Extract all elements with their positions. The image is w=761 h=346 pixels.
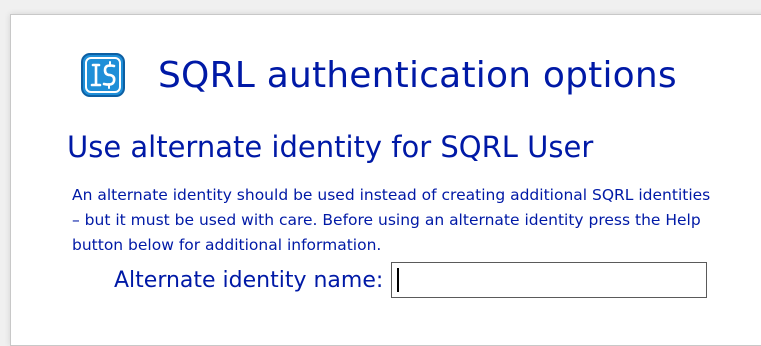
dialog-heading: Use alternate identity for SQRL User	[67, 130, 594, 164]
dialog-window: SQRL authentication options Use alternat…	[10, 14, 761, 346]
sqrl-logo-icon	[81, 53, 125, 97]
header: SQRL authentication options	[81, 53, 677, 97]
text-caret	[397, 268, 400, 292]
description-text: An alternate identity should be used ins…	[72, 186, 711, 254]
alternate-identity-input-wrap	[391, 262, 708, 298]
alternate-identity-field-row: Alternate identity name:	[114, 262, 708, 298]
alternate-identity-label: Alternate identity name:	[114, 267, 384, 293]
app-title: SQRL authentication options	[158, 54, 677, 96]
alternate-identity-input[interactable]	[391, 262, 708, 298]
